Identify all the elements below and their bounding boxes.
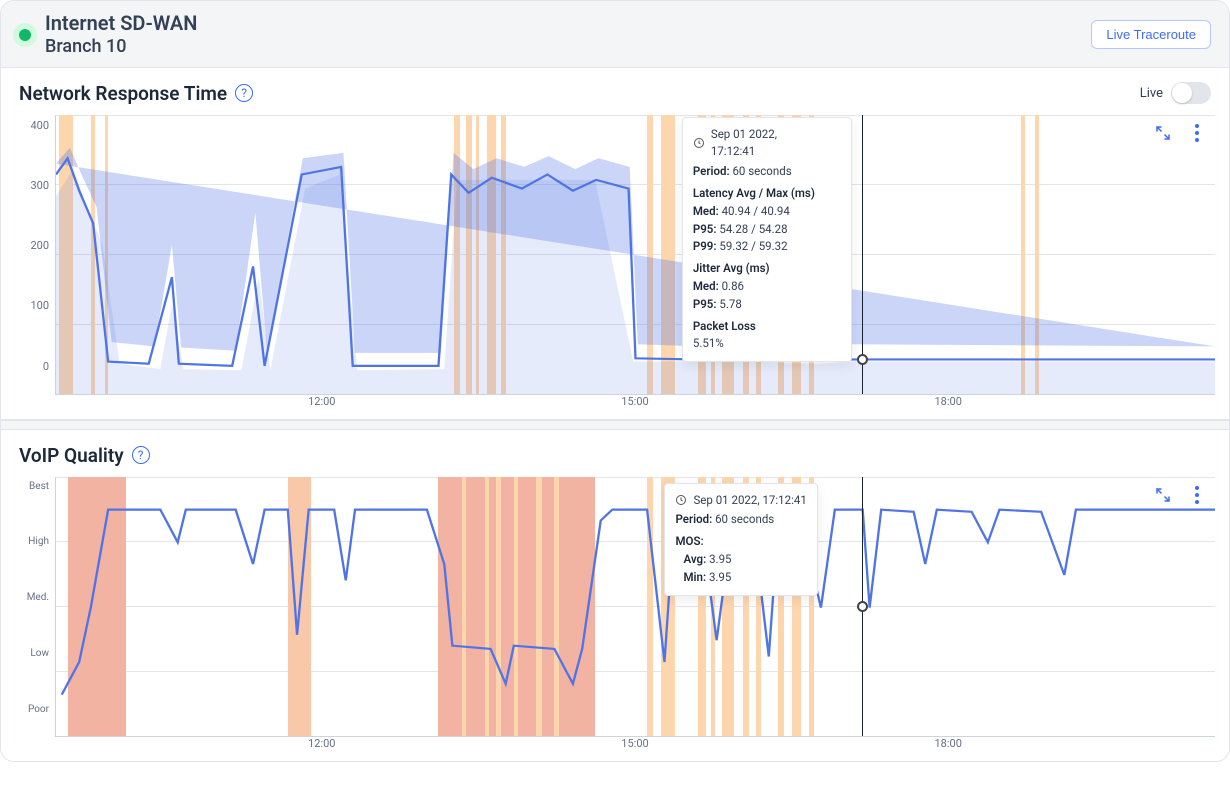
tt-p95-lbl: P95: [693, 222, 717, 236]
tt-p99-lbl: P99: [693, 239, 717, 253]
voip-line-svg [56, 477, 1215, 736]
voip-quality-card: VoIP Quality ? Best High Med. Low Poor [1, 430, 1229, 755]
nrt-y-axis: 400 300 200 100 0 [15, 115, 55, 395]
tt-period-val: 60 seconds [732, 164, 791, 178]
x-tick: 12:00 [308, 737, 335, 750]
live-toggle[interactable] [1171, 82, 1211, 104]
tt-min-lbl: Min: [683, 570, 706, 584]
voip-tooltip: Sep 01 2022, 17:12:41 Period: 60 seconds… [664, 483, 817, 596]
tt-mos-hdr: MOS: [675, 534, 703, 548]
y-tick: 200 [30, 239, 49, 252]
tt-med-lbl: Med: [693, 204, 719, 218]
x-tick: 12:00 [308, 395, 335, 408]
tt-timestamp: Sep 01 2022, 17:12:41 [693, 492, 806, 510]
voip-chart: Best High Med. Low Poor [15, 477, 1215, 755]
nrt-plot[interactable]: 400 300 200 100 0 [15, 115, 1215, 395]
x-tick: 18:00 [934, 737, 961, 750]
tt-period-val: 60 seconds [715, 512, 774, 526]
kebab-menu-icon[interactable] [1187, 485, 1207, 505]
tt-period-lbl: Period: [693, 164, 730, 178]
tt-med-val: 40.94 / 40.94 [722, 204, 790, 218]
y-tick: 100 [30, 299, 49, 312]
tt-min-val: 3.95 [709, 570, 731, 584]
dashboard-page: Internet SD-WAN Branch 10 Live Tracerout… [0, 0, 1230, 762]
tt-avg-lbl: Avg: [683, 552, 706, 566]
y-tick: Med. [27, 592, 49, 603]
y-tick: Low [30, 648, 49, 659]
clock-icon [693, 137, 705, 149]
voip-crosshair [862, 477, 863, 736]
nrt-tooltip: Sep 01 2022, 17:12:41 Period: 60 seconds… [682, 117, 852, 363]
nrt-x-axis: 12:00 15:00 18:00 [55, 395, 1215, 413]
nrt-title: Network Response Time [19, 82, 227, 105]
voip-plot[interactable]: Best High Med. Low Poor [15, 477, 1215, 737]
expand-icon[interactable] [1153, 123, 1173, 143]
voip-title-wrap: VoIP Quality ? [19, 444, 150, 467]
nrt-chart-actions [1153, 123, 1207, 143]
y-tick: 400 [30, 119, 49, 132]
tt-lat-hdr: Latency Avg / Max (ms) [693, 186, 815, 200]
help-icon[interactable]: ? [235, 84, 253, 102]
clock-icon [675, 494, 687, 506]
tt-jmed-lbl: Med: [693, 279, 719, 293]
tt-jp95-val: 5.78 [719, 297, 741, 311]
tt-pl-val: 5.51% [693, 336, 724, 350]
tt-jit-hdr: Jitter Avg (ms) [693, 261, 770, 275]
voip-title: VoIP Quality [19, 444, 124, 467]
nrt-plot-area: Sep 01 2022, 17:12:41 Period: 60 seconds… [55, 115, 1215, 395]
nrt-card-header: Network Response Time ? Live [1, 68, 1229, 115]
connection-title: Internet SD-WAN [45, 11, 197, 36]
voip-plot-area: Sep 01 2022, 17:12:41 Period: 60 seconds… [55, 477, 1215, 737]
voip-card-header: VoIP Quality ? [1, 430, 1229, 477]
voip-chart-actions [1153, 485, 1207, 505]
tt-p99-val: 59.32 / 59.32 [719, 239, 787, 253]
voip-y-axis: Best High Med. Low Poor [15, 477, 55, 737]
y-tick: 0 [43, 360, 49, 373]
tt-jmed-val: 0.86 [722, 279, 744, 293]
tt-jp95-lbl: P95: [693, 297, 717, 311]
y-tick: High [28, 536, 49, 547]
y-tick: Best [29, 481, 49, 492]
live-label: Live [1140, 86, 1163, 101]
y-tick: Poor [28, 704, 49, 715]
header-left: Internet SD-WAN Branch 10 [19, 11, 197, 59]
tt-timestamp: Sep 01 2022, 17:12:41 [711, 126, 777, 162]
status-indicator-icon [19, 29, 31, 41]
expand-icon[interactable] [1153, 485, 1173, 505]
card-gap [1, 420, 1229, 430]
x-tick: 15:00 [621, 395, 648, 408]
tt-pl-hdr: Packet Loss [693, 319, 756, 333]
title-block: Internet SD-WAN Branch 10 [45, 11, 197, 59]
site-title: Branch 10 [45, 36, 197, 59]
nrt-line-svg [56, 115, 1215, 394]
kebab-menu-icon[interactable] [1187, 123, 1207, 143]
y-tick: 300 [30, 179, 49, 192]
tt-avg-val: 3.95 [709, 552, 731, 566]
voip-x-axis: 12:00 15:00 18:00 [55, 737, 1215, 755]
live-toggle-wrap: Live [1140, 82, 1211, 104]
help-icon[interactable]: ? [132, 446, 150, 464]
x-tick: 18:00 [934, 395, 961, 408]
live-traceroute-button[interactable]: Live Traceroute [1091, 20, 1211, 49]
nrt-title-wrap: Network Response Time ? [19, 82, 253, 105]
network-response-time-card: Network Response Time ? Live 400 300 200 [1, 68, 1229, 420]
tt-p95-val: 54.28 / 54.28 [719, 222, 787, 236]
tt-period-lbl: Period: [675, 512, 712, 526]
nrt-chart: 400 300 200 100 0 [15, 115, 1215, 413]
page-header: Internet SD-WAN Branch 10 Live Tracerout… [1, 1, 1229, 68]
nrt-crosshair [862, 115, 863, 394]
x-tick: 15:00 [621, 737, 648, 750]
